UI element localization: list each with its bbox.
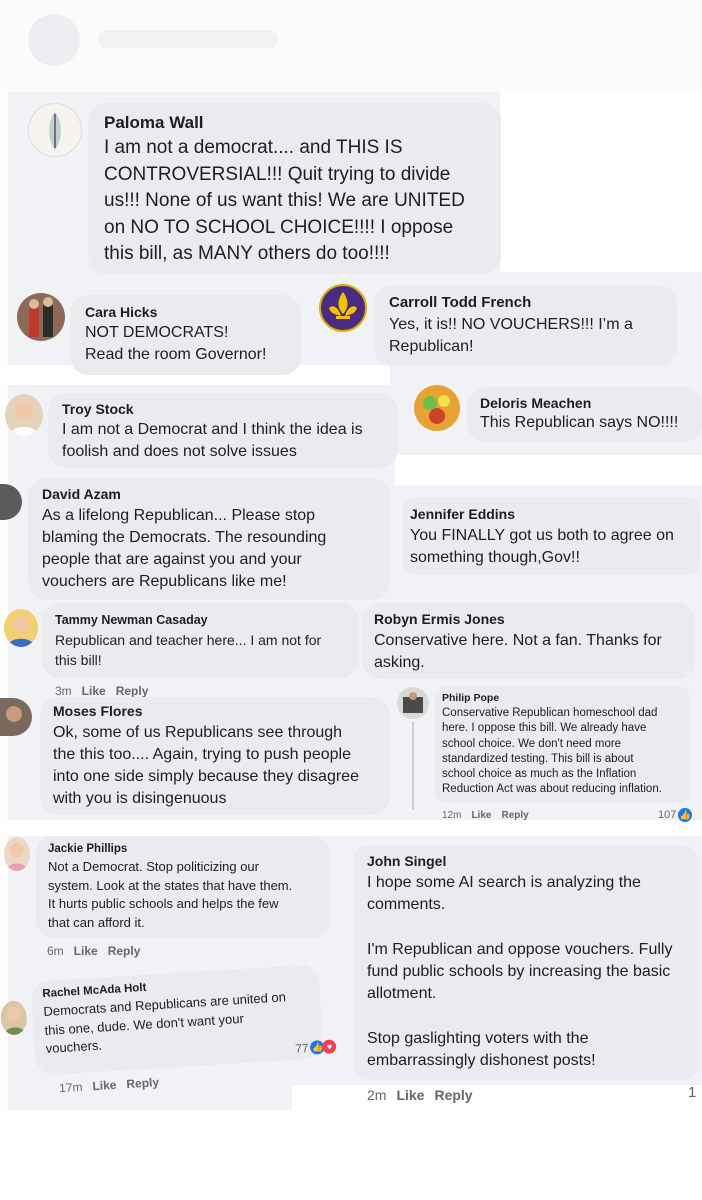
thread-line [412, 722, 414, 810]
avatar[interactable] [319, 284, 367, 332]
comment-author[interactable]: Troy Stock [62, 401, 384, 417]
comment-text: Ok, some of us Republicans see through t… [53, 724, 359, 807]
avatar[interactable] [4, 837, 30, 871]
person-photo-icon [7, 616, 35, 647]
blurred-avatar [28, 14, 80, 66]
reply-button[interactable]: Reply [116, 684, 149, 698]
comment-text: Not a Democrat. Stop politicizing our sy… [48, 859, 293, 930]
avatar[interactable] [0, 1000, 28, 1036]
comment-bubble: Jennifer Eddins You FINALLY got us both … [403, 497, 700, 575]
comment-meta: 12m Like Reply [442, 810, 539, 821]
comment-bubble: David Azam As a lifelong Republican... P… [28, 478, 390, 600]
crop-panel [0, 820, 702, 836]
couple-photo-icon [29, 297, 53, 337]
comment-time: 2m [367, 1087, 387, 1103]
comment-author[interactable]: Philip Pope [442, 692, 683, 704]
like-button[interactable]: Like [82, 684, 106, 698]
comment-meta: 17m Like Reply [58, 1075, 170, 1096]
avatar[interactable] [0, 484, 22, 520]
comment-bubble: Paloma Wall I am not a democrat.... and … [88, 103, 501, 274]
comment-author[interactable]: David Azam [42, 486, 376, 502]
crop-panel [500, 92, 702, 272]
comment-text: I hope some AI search is analyzing the c… [367, 874, 673, 1070]
avatar[interactable] [28, 103, 82, 157]
rotated-comment-crop: Rachel McAda Holt Democrats and Republic… [0, 941, 341, 1101]
comment-author[interactable]: John Singel [367, 853, 684, 869]
reaction-count[interactable]: 1 [688, 1084, 696, 1101]
avatar[interactable] [0, 698, 32, 736]
reaction-count[interactable]: 107 👍 [658, 808, 693, 822]
avatar[interactable] [397, 687, 429, 719]
comment-bubble: Jackie Phillips Not a Democrat. Stop pol… [36, 836, 330, 938]
avatar[interactable] [17, 293, 65, 341]
comment-author[interactable]: Deloris Meachen [480, 395, 689, 411]
person-photo-icon [6, 843, 28, 871]
avatar[interactable] [4, 609, 38, 647]
emoji-collage-icon [423, 395, 450, 424]
reply-button[interactable]: Reply [126, 1075, 159, 1091]
comment-text: Yes, it is!! NO VOUCHERS!!! I’m a Republ… [389, 316, 633, 355]
crop-panel [292, 1085, 702, 1110]
comment-author[interactable]: Jennifer Eddins [410, 506, 693, 522]
feather-icon [49, 112, 61, 150]
fleur-de-lis-icon [329, 292, 357, 319]
comment-bubble: Troy Stock I am not a Democrat and I thi… [48, 393, 398, 468]
comment-author[interactable]: Tammy Newman Casaday [55, 613, 346, 627]
comment-text: You FINALLY got us both to agree on some… [410, 527, 674, 566]
comment-author[interactable]: Jackie Phillips [48, 843, 318, 855]
comment-text: I am not a democrat.... and THIS IS CONT… [104, 137, 465, 264]
blurred-name [98, 30, 278, 48]
comment-author[interactable]: Cara Hicks [85, 304, 286, 320]
comment-meta: 2m Like Reply [367, 1087, 483, 1103]
comment-time: 12m [442, 810, 462, 821]
comment-text: I am not a Democrat and I think the idea… [62, 421, 363, 460]
like-button[interactable]: Like [92, 1078, 117, 1093]
comment-text: As a lifelong Republican... Please stop … [42, 507, 327, 590]
comment-bubble: Tammy Newman Casaday Republican and teac… [42, 603, 359, 678]
reaction-number: 107 [658, 809, 677, 821]
reaction-count[interactable]: 77 👍 ♥ [294, 1039, 337, 1056]
comment-text: This Republican says NO!!!! [480, 414, 679, 431]
comment-bubble: Cara Hicks NOT DEMOCRATS! Read the room … [70, 295, 301, 375]
like-button[interactable]: Like [471, 810, 491, 821]
person-photo-icon [3, 1006, 26, 1036]
comment-meta: 3m Like Reply [55, 684, 158, 698]
avatar[interactable] [414, 385, 460, 431]
comment-text: NOT DEMOCRATS! Read the room Governor! [85, 324, 267, 363]
blurred-post-header [0, 0, 702, 92]
comment-text: Conservative here. Not a fan. Thanks for… [374, 632, 662, 671]
person-photo-icon [9, 401, 39, 436]
comment-bubble: Deloris Meachen This Republican says NO!… [467, 387, 702, 442]
comment-time: 17m [58, 1079, 83, 1096]
reply-button[interactable]: Reply [434, 1087, 472, 1103]
family-photo-icon [403, 692, 423, 713]
comment-bubble: Robyn Ermis Jones Conservative here. Not… [362, 603, 695, 679]
comment-author[interactable]: Moses Flores [53, 703, 377, 719]
reaction-number: 1 [688, 1084, 697, 1101]
crop-panel [395, 455, 702, 485]
love-reaction-icon: ♥ [322, 1039, 337, 1055]
comment-text: Republican and teacher here... I am not … [55, 632, 322, 668]
comment-bubble: Philip Pope Conservative Republican home… [435, 686, 690, 803]
comment-bubble: Moses Flores Ok, some of us Republicans … [40, 697, 390, 815]
like-button[interactable]: Like [396, 1087, 424, 1103]
like-reaction-icon: 👍 [678, 808, 693, 822]
person-photo-icon [6, 706, 22, 722]
comment-time: 3m [55, 684, 72, 698]
comment-author[interactable]: Carroll Todd French [389, 294, 662, 311]
reply-button[interactable]: Reply [501, 810, 528, 821]
comment-bubble: Rachel McAda Holt Democrats and Republic… [30, 964, 324, 1076]
comment-bubble: John Singel I hope some AI search is ana… [354, 845, 697, 1080]
reaction-number: 77 [294, 1040, 309, 1056]
avatar[interactable] [5, 394, 43, 436]
comment-author[interactable]: Robyn Ermis Jones [374, 611, 683, 627]
comment-text: Conservative Republican homeschool dad h… [442, 707, 662, 796]
bottom-blank [0, 1110, 702, 1200]
comment-author[interactable]: Paloma Wall [104, 113, 485, 133]
comment-time: 6m [47, 944, 64, 958]
comment-bubble: Carroll Todd French Yes, it is!! NO VOUC… [374, 285, 677, 366]
